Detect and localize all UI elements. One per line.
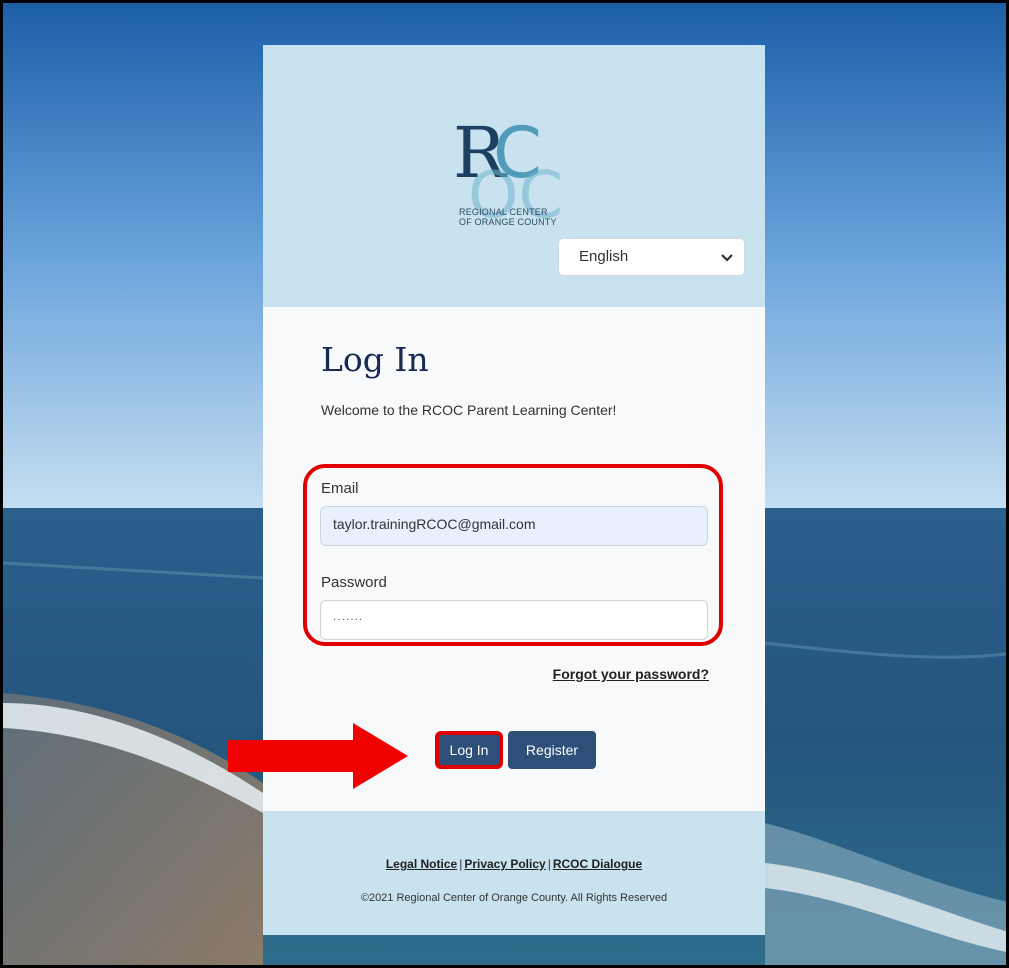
page-title: Log In <box>321 340 429 379</box>
logo-caption: REGIONAL CENTER OF ORANGE COUNTY <box>459 207 557 227</box>
footer-separator: | <box>547 857 551 871</box>
login-button[interactable]: Log In <box>435 731 503 769</box>
rcoc-dialogue-link[interactable]: RCOC Dialogue <box>553 857 642 871</box>
privacy-policy-link[interactable]: Privacy Policy <box>464 857 545 871</box>
forgot-password-link[interactable]: Forgot your password? <box>553 666 709 682</box>
card-header: R C OC REGIONAL CENTER OF ORANGE COUNTY … <box>263 45 765 307</box>
copyright-text: ©2021 Regional Center of Orange County. … <box>360 892 668 904</box>
register-button[interactable]: Register <box>508 731 596 769</box>
login-card: R C OC REGIONAL CENTER OF ORANGE COUNTY … <box>263 45 765 935</box>
language-select[interactable]: English <box>558 238 745 276</box>
legal-notice-link[interactable]: Legal Notice <box>386 857 457 871</box>
footer-links: Legal Notice | Privacy Policy | RCOC Dialogu… <box>263 857 765 871</box>
card-footer <box>263 811 765 935</box>
logo-caption-line1: REGIONAL CENTER <box>459 207 548 217</box>
chevron-down-icon <box>721 254 733 262</box>
language-select-value: English <box>579 248 629 265</box>
logo-caption-line2: OF ORANGE COUNTY <box>459 217 557 227</box>
arrow-right-icon <box>228 723 408 789</box>
credentials-highlight <box>303 464 723 646</box>
welcome-text: Welcome to the RCOC Parent Learning Cent… <box>321 402 617 418</box>
screenshot-frame: R C OC REGIONAL CENTER OF ORANGE COUNTY … <box>0 0 1009 968</box>
footer-separator: | <box>459 857 463 871</box>
